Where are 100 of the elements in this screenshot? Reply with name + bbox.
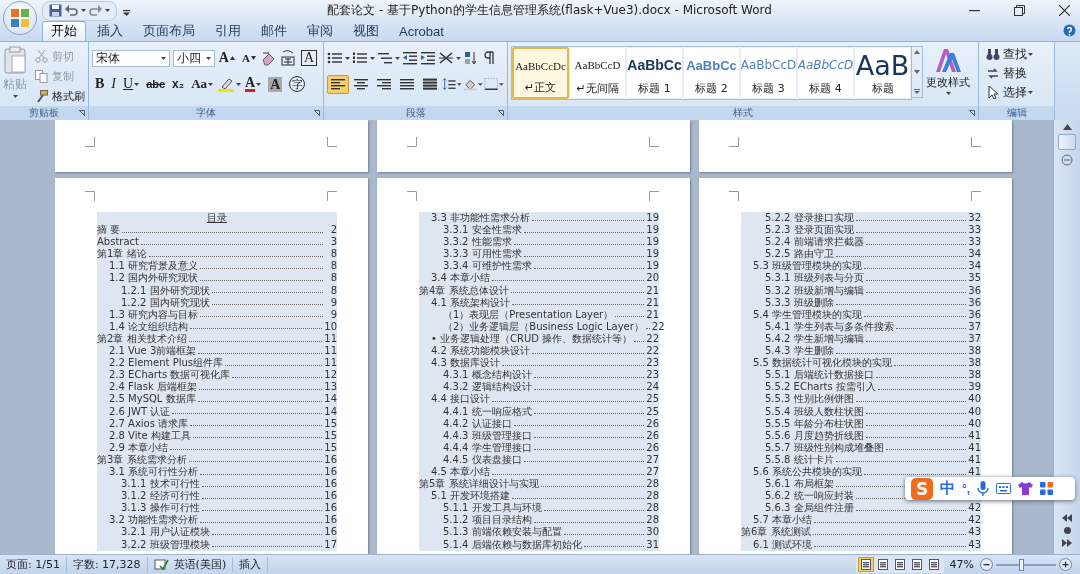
font-size-field[interactable]: 小四 xyxy=(173,49,215,67)
insert-mode-indicator[interactable]: 插入 xyxy=(233,557,269,572)
word-count[interactable]: 字数: 17,328 xyxy=(66,557,148,572)
corner-mark xyxy=(649,191,659,201)
toc-entry-title: 1.2.2 国内研究现状 xyxy=(121,296,210,309)
dialog-launcher-icon[interactable] xyxy=(79,110,85,116)
style-option[interactable]: AaB 标题 xyxy=(854,47,911,99)
paragraph-mark-icon[interactable] xyxy=(481,51,497,65)
scroll-up-icon[interactable] xyxy=(1062,124,1072,130)
style-option[interactable]: AaBbCcDc ↵正文 xyxy=(512,47,569,99)
group-label: 剪贴板 xyxy=(29,106,59,120)
toc-page-number: 16 xyxy=(324,526,337,539)
format-painter-button[interactable]: 格式刷 xyxy=(33,87,87,105)
borders-icon[interactable] xyxy=(484,77,499,91)
toc-entry-title: 5.7 本章小结 xyxy=(753,514,813,526)
toc-page-number: 16 xyxy=(324,502,337,515)
restore-icon[interactable] xyxy=(1014,5,1025,16)
keyboard-icon[interactable] xyxy=(996,483,1012,494)
office-logo-icon[interactable] xyxy=(10,8,30,28)
font-name-field[interactable]: 宋体 xyxy=(92,49,171,67)
underline-button[interactable]: U xyxy=(120,74,143,94)
toc-entry-title: 4.5 本章小结 xyxy=(431,465,491,478)
zoom-in-icon[interactable] xyxy=(1059,558,1072,571)
italic-button[interactable]: I xyxy=(108,74,119,94)
proofing-icon[interactable] xyxy=(153,558,169,571)
bullet-list-icon[interactable] xyxy=(327,51,343,65)
phonetic-guide-icon[interactable] xyxy=(278,50,297,66)
help-icon[interactable] xyxy=(1063,24,1076,37)
replace-button[interactable]: 替换 xyxy=(983,64,1051,82)
ribbon-tab[interactable]: 引用 xyxy=(206,21,250,41)
change-styles-button[interactable]: 更改样式 xyxy=(923,46,973,102)
next-page-icon[interactable] xyxy=(1062,539,1072,547)
style-option[interactable]: AaBbCc 标题 2 xyxy=(683,47,740,99)
toc-entry-title: 3.3.1 安全性需求 xyxy=(443,224,522,237)
dialog-launcher-icon[interactable] xyxy=(498,110,504,116)
shirt-icon[interactable] xyxy=(1018,482,1034,495)
ribbon-tab[interactable]: 页面布局 xyxy=(134,21,204,41)
dialog-launcher-icon[interactable] xyxy=(969,110,975,116)
toc-page-number: 15 xyxy=(324,417,337,430)
find-button[interactable]: 查找 xyxy=(983,45,1051,63)
zoom-out-icon[interactable] xyxy=(980,558,993,571)
select-button[interactable]: 选择 xyxy=(983,83,1051,101)
align-left-button[interactable] xyxy=(327,74,349,94)
shading-icon[interactable] xyxy=(463,77,478,91)
replace-icon xyxy=(986,66,1000,80)
style-option[interactable]: AaBbCc 标题 1 xyxy=(626,47,683,99)
toc-entry-title: （2）业务逻辑层（Business Logic Layer） xyxy=(443,320,644,333)
highlight-icon[interactable] xyxy=(217,76,235,92)
toc-entry-title: 4.3.1 概念结构设计 xyxy=(443,369,532,381)
toc-page-number: 11 xyxy=(324,332,337,346)
undo-icon[interactable] xyxy=(65,4,78,17)
ribbon-tab[interactable]: 审阅 xyxy=(298,21,342,41)
dialog-launcher-icon[interactable] xyxy=(314,110,320,116)
save-icon[interactable] xyxy=(49,4,62,17)
font-color-button[interactable]: A xyxy=(242,74,265,94)
grid-icon[interactable] xyxy=(1040,482,1054,495)
toc-page-number: 22 xyxy=(651,320,664,333)
style-option[interactable]: AaBbCcD ↵无间隔 xyxy=(569,47,626,99)
gallery-scroller[interactable] xyxy=(912,46,923,98)
print-layout-view-button[interactable] xyxy=(857,557,874,572)
change-case-button[interactable]: Aa xyxy=(188,74,216,94)
style-option[interactable]: AaBbCcD 标题 3 xyxy=(740,47,797,99)
ribbon-tab[interactable]: Acrobat xyxy=(390,21,453,41)
punctuation-toggle[interactable]: °, xyxy=(962,481,971,496)
customize-icon[interactable] xyxy=(123,10,130,16)
sort-icon[interactable] xyxy=(463,51,479,65)
increase-indent-icon[interactable] xyxy=(420,51,436,65)
ribbon-tab[interactable]: 开始 xyxy=(42,21,86,41)
strikethrough-button[interactable]: abc xyxy=(143,74,169,94)
numbered-list-icon[interactable] xyxy=(352,51,368,65)
ribbon-tab[interactable]: 视图 xyxy=(344,21,388,41)
scroll-down-icon[interactable] xyxy=(914,69,920,74)
close-icon[interactable] xyxy=(1059,5,1070,16)
subscript-button[interactable]: x₂ xyxy=(169,74,188,94)
toc-page-number: 8 xyxy=(329,284,337,297)
scrollbar-thumb[interactable] xyxy=(1058,134,1076,150)
zoom-slider-thumb[interactable] xyxy=(1019,558,1025,571)
scroll-up-icon[interactable] xyxy=(914,50,920,54)
grow-font-button[interactable]: A xyxy=(215,48,238,68)
caret-icon xyxy=(345,56,350,60)
redo-icon[interactable] xyxy=(89,4,102,17)
zoom-level[interactable]: 47% xyxy=(943,558,980,571)
decrease-indent-icon[interactable] xyxy=(402,51,418,65)
bold-button[interactable]: B xyxy=(92,74,108,94)
toc-page-number: 9 xyxy=(329,296,337,309)
shrink-font-button[interactable]: A xyxy=(238,48,259,68)
toc-entry-title: 第3章 系统需求分析 xyxy=(97,453,187,466)
page-count[interactable]: 页面: 1/51 xyxy=(0,557,67,572)
ribbon-tab[interactable]: 插入 xyxy=(88,21,132,41)
ribbon-tab[interactable]: 邮件 xyxy=(252,21,296,41)
microphone-icon[interactable] xyxy=(977,481,990,496)
multilevel-list-icon[interactable] xyxy=(377,51,393,65)
more-icon[interactable] xyxy=(914,89,920,94)
zoom-slider[interactable] xyxy=(996,558,1056,571)
language-indicator[interactable]: 英语(美国) xyxy=(173,557,227,572)
office-button[interactable] xyxy=(3,1,37,35)
previous-page-icon[interactable] xyxy=(1062,514,1072,522)
input-mode-toggle[interactable]: 中 xyxy=(940,479,955,498)
browse-object-icon[interactable] xyxy=(1062,526,1072,535)
line-spacing-icon[interactable] xyxy=(442,77,457,91)
